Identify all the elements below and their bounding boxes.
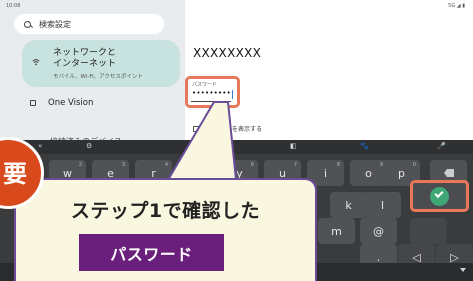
callout-text: ステップ1で確認した (70, 200, 261, 222)
screen: 検索設定 ネットワークと インターネット モバイル、Wi-Fi、アクセスポイント… (0, 0, 473, 281)
instruction-callout: ステップ1で確認した パスワード (14, 178, 317, 281)
callout-highlight: パスワード (79, 234, 224, 271)
badge-text: 要 (3, 160, 27, 188)
